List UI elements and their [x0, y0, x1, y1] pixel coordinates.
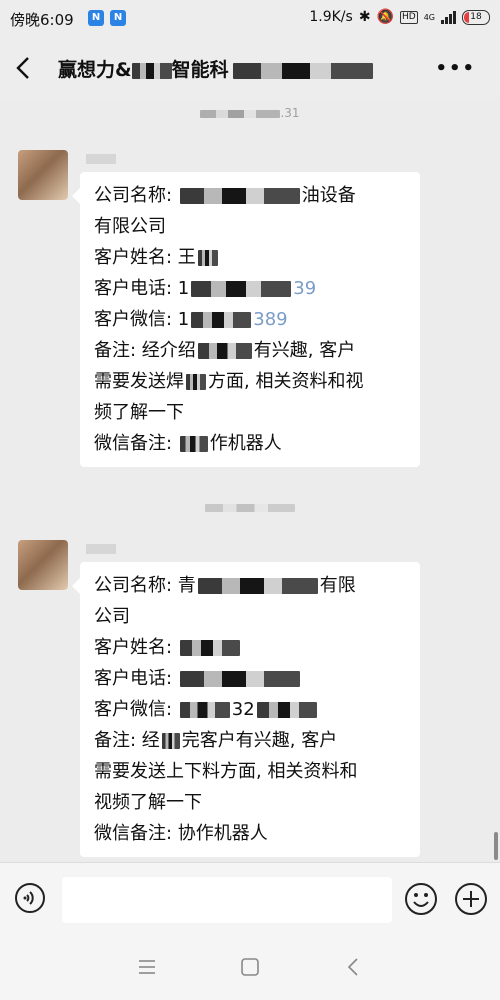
sender-name — [86, 544, 116, 554]
sender-name — [86, 154, 116, 164]
redaction-mosaic — [205, 503, 295, 512]
message-line: 需要发送焊 方面, 相关资料和视 — [94, 371, 364, 392]
battery-level: 18 — [470, 11, 482, 22]
message-line: 客户电话: 1 39 — [94, 278, 317, 299]
plus-icon[interactable] — [454, 882, 488, 916]
time-label — [0, 500, 500, 514]
time-label-text: .31 — [280, 106, 300, 120]
status-indicators: 1.9K/s ✱ 🔕 HD 4G 18 — [309, 9, 490, 25]
message-line: 客户微信: 1 389 — [94, 309, 288, 330]
battery-icon: 18 — [462, 9, 490, 25]
message-line: 客户姓名: — [94, 632, 408, 663]
message-line: 备注: 经介绍 有兴趣, 客户 — [94, 340, 356, 361]
message-line: 客户微信: 32 — [94, 694, 408, 725]
app-notification-icon: N — [110, 10, 126, 26]
chat-title-mid: 智能科 — [171, 59, 229, 81]
signal-icon — [441, 10, 456, 24]
bluetooth-icon: ✱ — [358, 9, 371, 25]
input-bar — [0, 862, 500, 935]
chat-title: 赢想力& 智能科 — [58, 55, 373, 82]
message-line: 视频了解一下 — [94, 792, 202, 813]
message-line: 频了解一下 — [94, 402, 184, 423]
message-bubble[interactable]: 公司名称: 青有限 公司 客户姓名: 客户电话: 客户微信: 32 备注: 经完… — [72, 562, 420, 857]
message-bubble[interactable]: 公司名称: 油设备 有限公司 客户姓名: 王 客户电话: 1 39 客户微信: 1… — [72, 172, 420, 467]
redaction-mosaic — [232, 62, 373, 79]
message-line: 备注: 经完客户有兴趣, 客户 — [94, 730, 338, 751]
app-notification-icon: N — [88, 10, 104, 26]
mute-icon: 🔕 — [376, 9, 394, 25]
message-line: 客户姓名: 王 — [94, 242, 408, 273]
chat-area: .31 公司名称: 油设备 有限公司 客户姓名: 王 客户电话: 1 39 客户微… — [0, 100, 500, 862]
system-nav-bar — [0, 934, 500, 1000]
message-line: 微信备注: 协作机器人 — [94, 823, 268, 844]
message-line: 需要发送上下料方面, 相关资料和 — [94, 761, 358, 782]
home-icon[interactable] — [239, 956, 261, 978]
message-line: 公司 — [94, 606, 130, 627]
message-line: 公司名称: 油设备 — [94, 185, 356, 206]
message-line: 公司名称: 青有限 — [94, 575, 356, 596]
chat-header: 赢想力& 智能科 ••• — [0, 36, 500, 100]
chat-title-prefix: 赢想力& — [58, 59, 132, 81]
back-icon[interactable] — [14, 56, 34, 80]
status-bar: 傍晚6:09 N N 1.9K/s ✱ 🔕 HD 4G 18 — [0, 0, 500, 36]
redaction-mosaic — [200, 109, 281, 118]
net-speed: 1.9K/s — [309, 9, 353, 25]
status-time: 傍晚6:09 — [10, 11, 74, 29]
message-line: 微信备注: 作机器人 — [94, 433, 282, 454]
emoji-icon[interactable] — [404, 882, 438, 916]
scrollbar[interactable] — [494, 832, 498, 860]
nav-back-icon[interactable] — [343, 956, 365, 978]
avatar[interactable] — [18, 150, 68, 200]
network-type: 4G — [423, 12, 435, 22]
menu-icon[interactable] — [136, 956, 158, 978]
message-input[interactable] — [62, 877, 392, 923]
voice-icon[interactable] — [14, 882, 46, 914]
more-icon[interactable]: ••• — [435, 58, 476, 79]
hd-icon: HD — [400, 10, 418, 24]
redaction-mosaic — [131, 62, 172, 79]
avatar[interactable] — [18, 540, 68, 590]
message-line: 客户电话: — [94, 663, 408, 694]
message-line: 有限公司 — [94, 216, 166, 237]
time-label: .31 — [0, 106, 500, 120]
